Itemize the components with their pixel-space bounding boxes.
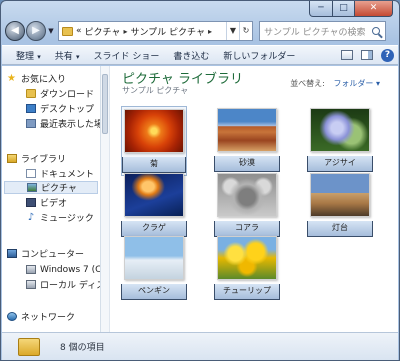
- library-icon: [7, 154, 17, 163]
- refresh-icon[interactable]: ↻: [239, 22, 252, 40]
- scrollbar-thumb[interactable]: [102, 74, 108, 134]
- file-item-lighthouse[interactable]: 灯台: [307, 173, 373, 237]
- file-item-label: コアラ: [214, 221, 280, 237]
- nav-pane-scrollbar[interactable]: [101, 66, 110, 332]
- organize-menu[interactable]: 整理 ▾: [16, 49, 41, 62]
- nav-drive-c[interactable]: Windows 7 (C:): [2, 263, 100, 276]
- drive-icon: [26, 280, 36, 289]
- file-item-penguins[interactable]: ペンギン: [121, 236, 187, 300]
- change-view-icon[interactable]: [341, 50, 353, 60]
- address-dropdown-icon[interactable]: ▼: [226, 22, 239, 40]
- command-bar: 整理 ▾ 共有 ▾ スライド ショー 書き込む 新しいフォルダー ?: [2, 45, 398, 65]
- nav-downloads[interactable]: ダウンロード: [2, 87, 94, 100]
- file-item-tulips[interactable]: チューリップ: [214, 236, 280, 300]
- arrange-by-label: 並べ替え:: [290, 79, 325, 88]
- share-menu[interactable]: 共有 ▾: [55, 49, 80, 62]
- file-item-chrysanthemum[interactable]: 菊: [121, 106, 187, 176]
- star-icon: ★: [7, 73, 16, 84]
- recent-pages-dropdown-icon[interactable]: ▼: [46, 27, 56, 35]
- nav-network[interactable]: ネットワーク: [2, 310, 75, 323]
- breadcrumb-sample-pictures[interactable]: サンプル ピクチャ: [130, 25, 205, 38]
- search-placeholder: サンプル ピクチャの検索: [264, 27, 366, 38]
- nav-libraries[interactable]: ライブラリ: [2, 152, 66, 165]
- koala-thumbnail: [217, 173, 277, 217]
- drive-icon: [26, 265, 36, 274]
- file-item-label: 灯台: [307, 221, 373, 237]
- maximize-button[interactable]: □: [333, 1, 355, 17]
- downloads-folder-icon: [26, 89, 36, 98]
- hydrangeas-thumbnail: [310, 108, 370, 152]
- pictures-icon: [27, 183, 37, 192]
- arrange-by-dropdown[interactable]: フォルダー ▾: [333, 79, 380, 88]
- folder-icon: [18, 337, 40, 356]
- search-icon[interactable]: [367, 22, 385, 40]
- file-list: ピクチャ ライブラリ サンプル ピクチャ 並べ替え: フォルダー ▾ 菊 砂漠 …: [111, 66, 398, 332]
- music-icon: ♪: [27, 212, 35, 223]
- network-icon: [7, 312, 17, 321]
- nav-documents[interactable]: ドキュメント: [2, 167, 94, 180]
- arrange-by: 並べ替え: フォルダー ▾: [290, 78, 380, 89]
- desert-thumbnail: [217, 108, 277, 152]
- file-item-label: ペンギン: [121, 284, 187, 300]
- search-input[interactable]: サンプル ピクチャの検索: [259, 21, 386, 41]
- minimize-button[interactable]: ─: [309, 1, 333, 17]
- burn-button[interactable]: 書き込む: [173, 49, 209, 62]
- file-item-label: 砂漠: [214, 156, 280, 172]
- nav-recent-places[interactable]: 最近表示した場所: [2, 117, 100, 130]
- slideshow-button[interactable]: スライド ショー: [94, 49, 160, 62]
- file-item-koala[interactable]: コアラ: [214, 173, 280, 237]
- address-bar[interactable]: « ピクチャ ▸ サンプル ピクチャ ▸ ▼ ↻: [58, 21, 253, 41]
- jellyfish-thumbnail: [124, 173, 184, 217]
- preview-pane-icon[interactable]: [361, 50, 373, 60]
- nav-computer[interactable]: コンピューター: [2, 247, 84, 260]
- nav-desktop[interactable]: デスクトップ: [2, 102, 94, 115]
- videos-icon: [26, 198, 36, 207]
- library-subtitle[interactable]: サンプル ピクチャ: [122, 85, 188, 96]
- recent-places-icon: [26, 119, 36, 128]
- nav-music[interactable]: ♪ ミュージック: [2, 211, 94, 225]
- forward-button[interactable]: ▶: [26, 21, 46, 41]
- computer-icon: [7, 249, 17, 258]
- file-item-desert[interactable]: 砂漠: [214, 108, 280, 172]
- address-row: ◀ ▶ ▼ « ピクチャ ▸ サンプル ピクチャ ▸ ▼ ↻ サンプル ピクチャ…: [5, 19, 395, 43]
- file-item-hydrangeas[interactable]: アジサイ: [307, 108, 373, 172]
- chrysanthemum-thumbnail: [124, 109, 184, 153]
- desktop-icon: [26, 104, 36, 113]
- file-item-jellyfish[interactable]: クラゲ: [121, 173, 187, 237]
- documents-icon: [26, 169, 36, 178]
- folder-icon: [62, 26, 73, 36]
- breadcrumb-separator[interactable]: ▸: [123, 27, 127, 36]
- new-folder-button[interactable]: 新しいフォルダー: [223, 49, 295, 62]
- nav-local-disk[interactable]: ローカル ディス: [2, 278, 100, 291]
- breadcrumb-overflow[interactable]: «: [76, 26, 82, 36]
- file-item-label: チューリップ: [214, 284, 280, 300]
- file-item-label: クラゲ: [121, 221, 187, 237]
- file-item-label: アジサイ: [307, 156, 373, 172]
- breadcrumb-pictures[interactable]: ピクチャ: [85, 25, 121, 38]
- breadcrumb-separator[interactable]: ▸: [208, 27, 212, 36]
- nav-pictures[interactable]: ピクチャ: [4, 181, 98, 194]
- item-count: 8 個の項目: [60, 343, 105, 353]
- penguins-thumbnail: [124, 236, 184, 280]
- main-area: ★ お気に入り ダウンロード デスクトップ 最近表示した場所 ライブラリ: [2, 66, 398, 332]
- caption-buttons: ─ □ ✕: [309, 1, 393, 17]
- help-icon[interactable]: ?: [381, 48, 394, 62]
- tulips-thumbnail: [217, 236, 277, 280]
- file-item-label: 菊: [122, 157, 186, 173]
- close-button[interactable]: ✕: [355, 1, 393, 17]
- back-button[interactable]: ◀: [5, 21, 25, 41]
- lighthouse-thumbnail: [310, 173, 370, 217]
- details-pane: 8 個の項目: [2, 332, 398, 360]
- explorer-window: ─ □ ✕ ◀ ▶ ▼ « ピクチャ ▸ サンプル ピクチャ ▸ ▼ ↻ サンプ…: [0, 0, 400, 361]
- nav-favorites[interactable]: ★ お気に入り: [2, 72, 66, 86]
- nav-videos[interactable]: ビデオ: [2, 196, 67, 209]
- navigation-pane: ★ お気に入り ダウンロード デスクトップ 最近表示した場所 ライブラリ: [2, 66, 101, 332]
